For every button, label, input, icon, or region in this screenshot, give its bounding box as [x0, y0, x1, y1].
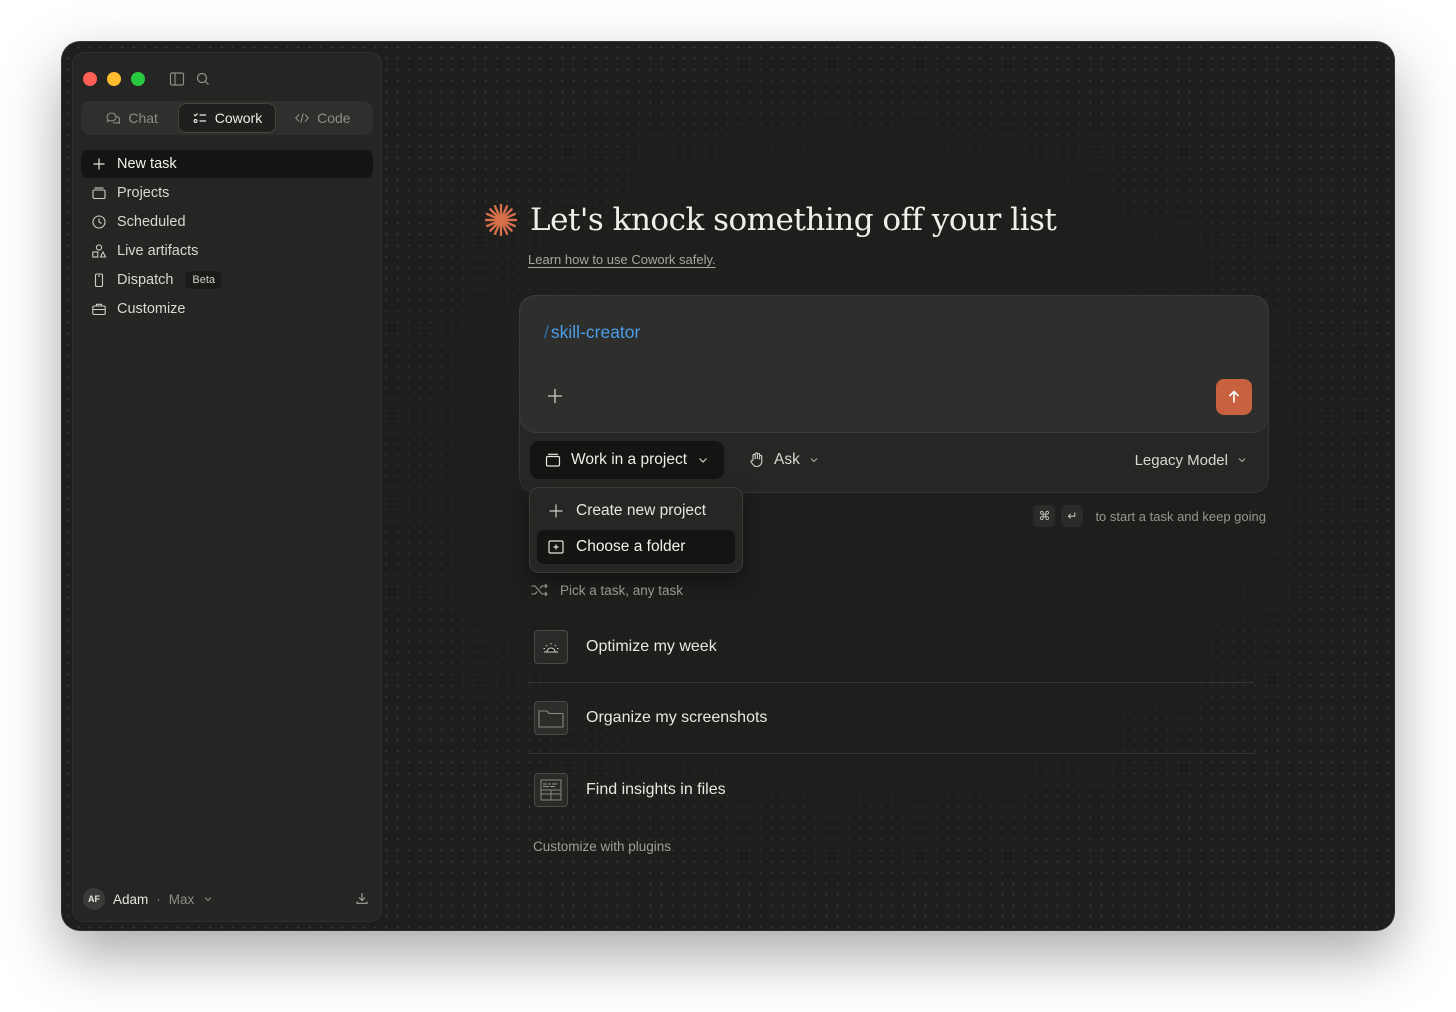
sidebar-item-live-artifacts[interactable]: Live artifacts — [81, 237, 373, 265]
learn-safety-link[interactable]: Learn how to use Cowork safely. — [528, 252, 716, 267]
tab-chat[interactable]: Chat — [84, 104, 179, 132]
sidebar-item-scheduled[interactable]: Scheduled — [81, 208, 373, 236]
hero-heading: Let's knock something off your list — [484, 202, 1057, 238]
attach-button[interactable] — [546, 387, 564, 410]
checklist-icon — [193, 113, 206, 123]
return-key: ↵ — [1061, 505, 1084, 527]
sparkle-logo-icon — [484, 203, 518, 237]
pick-task-shuffle[interactable]: Pick a task, any task — [530, 582, 683, 598]
composer-input[interactable]: / skill-creator — [544, 322, 640, 343]
command-key: ⌘ — [1033, 505, 1056, 527]
zoom-window-button[interactable] — [131, 72, 145, 86]
sunrise-calendar-icon — [534, 630, 568, 664]
work-in-project-button[interactable]: Work in a project — [530, 441, 725, 479]
app-window: Chat Cowork Code New task Projects Sched… — [62, 42, 1394, 930]
chat-bubbles-icon — [106, 112, 121, 125]
project-dropdown-menu: Create new project Choose a folder — [529, 487, 743, 573]
plus-icon — [548, 389, 562, 403]
sidebar-item-label: Customize — [117, 301, 186, 317]
briefcase-icon — [92, 303, 106, 316]
sidebar: Chat Cowork Code New task Projects Sched… — [72, 52, 382, 922]
chevron-down-icon — [810, 458, 818, 463]
task-label: Optimize my week — [586, 638, 717, 655]
search-icon[interactable] — [195, 71, 211, 87]
sidebar-item-projects[interactable]: Projects — [81, 179, 373, 207]
pick-task-label: Pick a task, any task — [560, 582, 684, 598]
sidebar-toggle-icon[interactable] — [169, 71, 185, 87]
customize-plugins-link[interactable]: Customize with plugins — [533, 839, 671, 854]
task-label: Find insights in files — [586, 780, 726, 798]
main-panel: Let's knock something off your list Lear… — [382, 42, 1394, 930]
sidebar-item-customize[interactable]: Customize — [81, 295, 373, 323]
beta-badge: Beta — [185, 271, 223, 289]
suggested-tasks: Optimize my week Organize my screenshots… — [528, 612, 1254, 825]
tab-cowork-label: Cowork — [214, 110, 263, 126]
model-label: Legacy Model — [1134, 451, 1228, 469]
phone-icon — [94, 273, 104, 288]
window-controls — [83, 72, 145, 86]
model-selector[interactable]: Legacy Model — [1135, 441, 1248, 479]
code-brackets-icon — [295, 113, 310, 123]
close-window-button[interactable] — [83, 72, 97, 86]
menu-item-label: Create new project — [576, 502, 707, 519]
task-label: Organize my screenshots — [586, 709, 768, 726]
tab-code[interactable]: Code — [275, 104, 370, 132]
chevron-down-icon — [204, 897, 212, 902]
folder-plus-icon — [548, 540, 564, 554]
tab-chat-label: Chat — [128, 110, 158, 126]
shapes-icon — [92, 244, 107, 258]
sidebar-item-label: Scheduled — [117, 214, 186, 230]
hand-icon — [750, 452, 763, 468]
plus-icon — [549, 504, 563, 518]
hint-text: to start a task and keep going — [1095, 508, 1266, 524]
task-find-insights[interactable]: Find insights in files — [528, 754, 1254, 825]
sidebar-item-new-task[interactable]: New task — [81, 150, 373, 178]
menu-item-label: Choose a folder — [576, 538, 686, 555]
folder-stack-icon — [92, 187, 106, 200]
chevron-down-icon — [1238, 458, 1246, 463]
send-button[interactable] — [1216, 379, 1252, 415]
user-menu[interactable]: AF Adam · Max — [83, 887, 371, 911]
plus-icon — [93, 158, 105, 170]
avatar: AF — [83, 888, 105, 910]
spreadsheet-icon — [534, 772, 568, 807]
task-optimize-week[interactable]: Optimize my week — [528, 612, 1254, 683]
sidebar-item-label: Live artifacts — [117, 243, 199, 259]
folder-stack-icon — [545, 453, 561, 467]
arrow-up-icon — [1228, 390, 1240, 403]
work-in-project-label: Work in a project — [571, 451, 688, 468]
slash-command: skill-creator — [550, 322, 641, 342]
sidebar-item-dispatch[interactable]: Dispatch Beta — [81, 266, 373, 294]
ask-mode-button[interactable]: Ask — [748, 441, 820, 479]
clock-icon — [92, 215, 106, 229]
download-icon[interactable] — [355, 891, 369, 908]
composer-toolbar: Work in a project Ask Legacy Model — [530, 441, 1254, 479]
folder-icon — [534, 701, 568, 735]
sidebar-nav: New task Projects Scheduled Live artifac… — [81, 150, 373, 324]
tab-code-label: Code — [317, 110, 351, 126]
sidebar-top-icons — [169, 71, 211, 87]
sidebar-item-label: Projects — [117, 185, 170, 201]
tab-cowork[interactable]: Cowork — [179, 104, 275, 132]
minimize-window-button[interactable] — [107, 72, 121, 86]
user-name: Adam — [113, 891, 149, 907]
sidebar-item-label: Dispatch — [117, 272, 174, 288]
shuffle-icon — [531, 583, 548, 597]
composer-container: / skill-creator Work in a project Ask Le… — [519, 295, 1269, 493]
menu-item-choose-folder[interactable]: Choose a folder — [537, 530, 735, 564]
composer[interactable]: / skill-creator — [520, 296, 1268, 432]
page-title: Let's knock something off your list — [530, 202, 1057, 238]
chevron-down-icon — [699, 458, 707, 463]
user-plan: Max — [168, 891, 195, 907]
ask-label: Ask — [774, 451, 800, 468]
menu-item-create-project[interactable]: Create new project — [537, 494, 735, 528]
sidebar-item-label: New task — [117, 156, 177, 172]
mode-switcher: Chat Cowork Code — [81, 101, 373, 135]
task-organize-screenshots[interactable]: Organize my screenshots — [528, 683, 1254, 754]
slash-prefix: / — [544, 322, 549, 342]
keyboard-hint: ⌘ ↵ to start a task and keep going — [1033, 505, 1266, 527]
user-separator: · — [156, 891, 161, 907]
